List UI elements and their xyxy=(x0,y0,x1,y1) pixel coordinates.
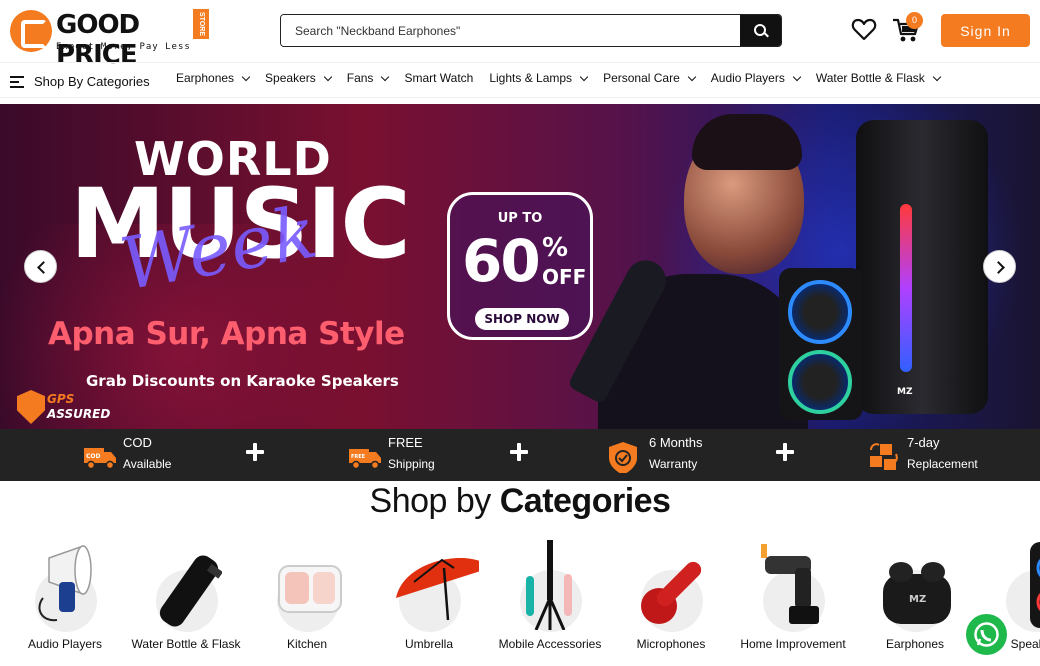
section-title: Shop by Categories xyxy=(0,482,1040,521)
nav-item-label: Audio Players xyxy=(710,71,785,85)
earbuds-case-icon: MZ xyxy=(883,562,951,624)
banner-tagline: Apna Sur, Apna Style xyxy=(48,316,405,352)
feature-title: 7-day xyxy=(907,435,940,450)
umbrella-icon xyxy=(396,558,479,621)
speaker-icon xyxy=(1030,542,1040,628)
nav-item-audio-players[interactable]: Audio Players xyxy=(710,71,802,85)
plus-icon xyxy=(246,443,264,461)
nav-menu: Earphones Speakers Fans Smart Watch Ligh… xyxy=(176,71,956,85)
search-bar xyxy=(280,14,782,47)
carousel-prev-button[interactable] xyxy=(24,250,57,283)
flask-icon xyxy=(159,555,222,627)
chevron-down-icon xyxy=(241,72,251,81)
plus-icon xyxy=(776,443,794,461)
shop-by-categories-label: Shop By Categories xyxy=(34,73,150,89)
carousel-next-button[interactable] xyxy=(983,250,1016,283)
logo-badge: STORE xyxy=(193,9,209,39)
spray-gun-icon xyxy=(761,544,819,624)
feature-subtitle: Available xyxy=(123,457,172,471)
chevron-down-icon xyxy=(687,72,697,81)
nav-item-label: Lights & Lamps xyxy=(489,71,573,85)
category-nav: Shop By Categories Earphones Speakers Fa… xyxy=(0,62,1040,98)
wishlist-heart-icon[interactable] xyxy=(851,17,877,43)
section-title-bold: Categories xyxy=(499,482,671,520)
nav-item-earphones[interactable]: Earphones xyxy=(176,71,251,85)
nav-item-smart-watch[interactable]: Smart Watch xyxy=(404,71,473,85)
feature-subtitle: Warranty xyxy=(649,457,698,471)
svg-text:COD: COD xyxy=(86,453,101,460)
feature-title: FREE xyxy=(388,435,423,450)
nav-item-label: Water Bottle & Flask xyxy=(815,71,925,85)
category-carousel: Audio Players Water Bottle & Flask Kitch… xyxy=(0,530,1040,666)
chevron-down-icon xyxy=(792,72,802,81)
nav-item-personal-care[interactable]: Personal Care xyxy=(603,71,697,85)
logo-text: GOOD PRICE xyxy=(56,10,140,70)
shop-by-categories-toggle[interactable]: Shop By Categories xyxy=(10,71,150,91)
nav-item-label: Earphones xyxy=(176,71,235,85)
tower-speaker-illustration xyxy=(856,120,988,414)
nav-item-speakers[interactable]: Speakers xyxy=(265,71,332,85)
gps-badge-top: GPS xyxy=(47,392,75,406)
feature-subtitle: Replacement xyxy=(907,457,978,471)
offer-off: OFF xyxy=(542,265,587,289)
menu-icon xyxy=(10,75,24,88)
lunchbox-icon xyxy=(278,565,342,613)
nav-item-lights-lamps[interactable]: Lights & Lamps xyxy=(489,71,589,85)
replacement-boxes-icon xyxy=(870,443,898,470)
chevron-down-icon xyxy=(323,72,332,81)
free-shipping-truck-icon: FREE xyxy=(349,449,381,470)
gps-assured-badge: GPS ASSURED xyxy=(17,390,117,424)
svg-text:MZ: MZ xyxy=(909,594,926,605)
speaker-brand-logo: MZ xyxy=(897,387,913,397)
plus-icon xyxy=(510,443,528,461)
tripod-icon xyxy=(526,540,572,630)
chevron-down-icon xyxy=(932,72,941,81)
logo-mark-icon xyxy=(10,10,52,52)
sign-in-button[interactable]: Sign In xyxy=(941,14,1030,47)
search-button[interactable] xyxy=(740,15,781,46)
hero-banner[interactable]: WORLD MUSIC Week Apna Sur, Apna Style Gr… xyxy=(0,104,1040,429)
feature-subtitle: Shipping xyxy=(388,457,435,471)
offer-upto: UP TO xyxy=(497,211,543,226)
nav-item-fans[interactable]: Fans xyxy=(346,71,390,85)
feature-title: COD xyxy=(123,435,152,450)
shield-icon xyxy=(17,390,45,424)
megaphone-icon xyxy=(38,544,92,622)
gps-badge-bottom: ASSURED xyxy=(47,407,111,421)
warranty-shield-icon xyxy=(609,442,637,473)
nav-item-water-bottle-flask[interactable]: Water Bottle & Flask xyxy=(815,71,941,85)
nav-item-label: Speakers xyxy=(265,71,316,85)
cod-truck-icon: COD xyxy=(84,448,116,470)
banner-subline: Grab Discounts on Karaoke Speakers xyxy=(86,372,399,390)
feature-title: 6 Months xyxy=(649,435,703,450)
offer-value: 60 xyxy=(462,227,541,295)
store-logo[interactable]: GOOD PRICE STORE Expect More, Pay Less xyxy=(10,8,210,70)
whatsapp-icon xyxy=(974,622,999,647)
chevron-down-icon xyxy=(579,72,589,81)
offer-box: UP TO 60 % OFF SHOP NOW xyxy=(447,192,593,340)
nav-item-label: Smart Watch xyxy=(404,71,474,85)
microphone-icon xyxy=(641,561,702,624)
site-header: GOOD PRICE STORE Expect More, Pay Less 0… xyxy=(0,0,1040,70)
nav-item-label: Fans xyxy=(346,71,374,85)
svg-text:FREE: FREE xyxy=(351,454,366,460)
nav-item-label: Personal Care xyxy=(603,71,680,85)
offer-percent: % xyxy=(542,233,569,263)
logo-tagline: Expect More, Pay Less xyxy=(56,42,191,52)
whatsapp-chat-button[interactable] xyxy=(966,614,1007,655)
chevron-down-icon xyxy=(381,72,390,81)
shop-now-button[interactable]: SHOP NOW xyxy=(475,308,569,330)
section-title-light: Shop by xyxy=(369,482,492,520)
search-input[interactable] xyxy=(281,15,741,46)
cart-count-badge: 0 xyxy=(906,12,923,29)
